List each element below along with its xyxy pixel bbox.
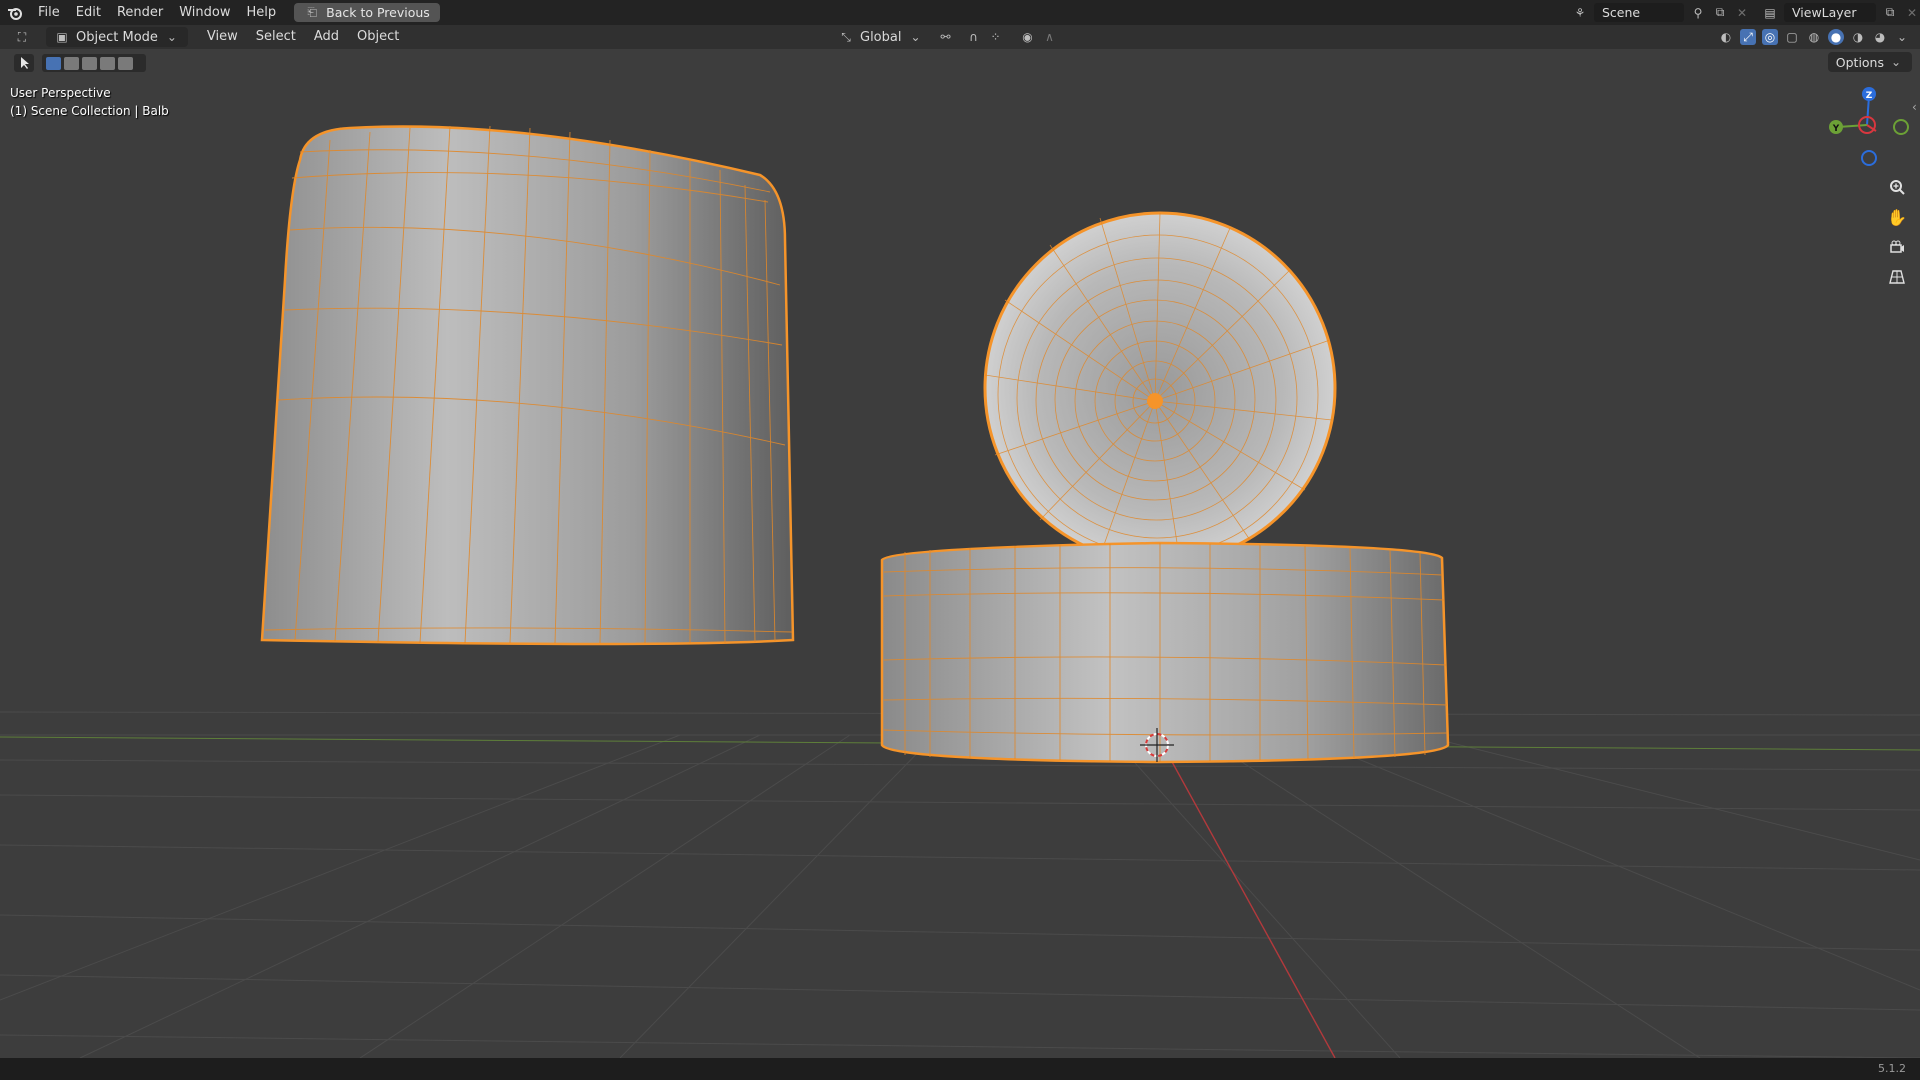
shading-tools: ◐ ⤢ ◎ ▢ ◍ ● ◑ ◕ ⌄ — [1718, 25, 1910, 49]
menu-select[interactable]: Select — [247, 25, 305, 49]
menu-window[interactable]: Window — [171, 0, 238, 25]
camera-view-icon[interactable] — [1883, 233, 1911, 261]
visibility-icon[interactable]: ◐ — [1718, 29, 1734, 45]
viewport-header: ⛶ ▣ Object Mode ⌄ View Select Add Object… — [0, 25, 1920, 49]
blender-logo-icon[interactable] — [0, 0, 30, 25]
scene-controls: ⚘ Scene ⚲ ⧉ ✕ ▤ ViewLayer ⧉ ✕ — [1572, 0, 1920, 25]
svg-text:Y: Y — [1832, 124, 1840, 134]
perspective-label: User Perspective — [10, 86, 111, 100]
xray-icon[interactable]: ▢ — [1784, 29, 1800, 45]
back-to-previous-button[interactable]: ⎗ Back to Previous — [294, 3, 440, 22]
menu-edit[interactable]: Edit — [68, 0, 109, 25]
rendered-shading-icon[interactable]: ◕ — [1872, 29, 1888, 45]
orientation-icon: ⤡ — [841, 29, 851, 44]
chevron-down-icon: ⌄ — [166, 30, 177, 44]
wireframe-shading-icon[interactable]: ◍ — [1806, 29, 1822, 45]
solid-shading-icon[interactable]: ● — [1828, 29, 1844, 45]
view-layer-field[interactable]: ViewLayer — [1784, 3, 1876, 22]
menu-view[interactable]: View — [198, 25, 247, 49]
navigation-gizmo[interactable]: Z Y — [1829, 87, 1909, 166]
close-scene-icon[interactable]: ✕ — [1734, 5, 1750, 21]
sidebar-toggle-icon[interactable]: ‹ — [1912, 100, 1917, 114]
left-cylinder-object[interactable] — [260, 125, 795, 646]
back-to-previous-label: Back to Previous — [326, 5, 430, 20]
snap-target-icon[interactable]: ⁘ — [987, 29, 1003, 45]
menu-add[interactable]: Add — [305, 25, 348, 49]
menu-object[interactable]: Object — [348, 25, 408, 49]
x-axis-line — [1159, 739, 1336, 1058]
view-layer-name: ViewLayer — [1792, 5, 1857, 20]
new-view-layer-icon[interactable]: ⧉ — [1882, 5, 1898, 21]
top-menu-bar: File Edit Render Window Help ⎗ Back to P… — [0, 0, 1920, 25]
svg-text:Z: Z — [1866, 91, 1873, 101]
3d-viewport[interactable]: Z Y — [0, 49, 1920, 1058]
transform-tools: ⤡ Global ⌄ ⚯ ∩ ⁘ ◉ ∧ — [838, 25, 1057, 49]
menu-file[interactable]: File — [30, 0, 68, 25]
pin-icon[interactable]: ⚲ — [1690, 5, 1706, 21]
perspective-toggle-icon[interactable] — [1883, 263, 1911, 291]
menu-render[interactable]: Render — [109, 0, 171, 25]
new-scene-icon[interactable]: ⧉ — [1712, 5, 1728, 21]
pivot-icon[interactable]: ⚯ — [937, 29, 953, 45]
editor-type-icon[interactable]: ⛶ — [14, 29, 30, 45]
view-layer-icon[interactable]: ▤ — [1762, 5, 1778, 21]
menu-help[interactable]: Help — [239, 0, 285, 25]
scene-name: Scene — [1602, 5, 1641, 20]
chevron-down-icon[interactable]: ⌄ — [1894, 29, 1910, 45]
pan-hand-icon[interactable]: ✋ — [1883, 203, 1911, 231]
scene-icon[interactable]: ⚘ — [1572, 5, 1588, 21]
snap-icon[interactable]: ∩ — [965, 29, 981, 45]
material-shading-icon[interactable]: ◑ — [1850, 29, 1866, 45]
collection-label: (1) Scene Collection | Balb — [10, 104, 169, 118]
gizmo-icon[interactable]: ⤢ — [1740, 29, 1756, 45]
proportional-edit-icon[interactable]: ◉ — [1019, 29, 1035, 45]
back-icon: ⎗ — [307, 5, 317, 19]
close-view-layer-icon[interactable]: ✕ — [1904, 5, 1920, 21]
object-mode-label: Object Mode — [76, 29, 158, 45]
base-cylinder-object[interactable] — [880, 541, 1450, 764]
header-menus: View Select Add Object — [198, 25, 408, 49]
orientation-dropdown[interactable]: Global — [860, 30, 901, 45]
chevron-down-icon: ⌄ — [910, 30, 921, 44]
overlays-icon[interactable]: ◎ — [1762, 29, 1778, 45]
zoom-icon[interactable] — [1883, 173, 1911, 201]
floor-grid — [0, 711, 1920, 1058]
scene-field[interactable]: Scene — [1594, 3, 1684, 22]
version-label: 5.1.2 — [1878, 1062, 1906, 1075]
object-mode-icon: ▣ — [56, 30, 68, 44]
status-bar: 5.1.2 — [0, 1058, 1920, 1080]
object-mode-dropdown[interactable]: ▣ Object Mode ⌄ — [46, 27, 188, 47]
sphere-object[interactable] — [983, 211, 1337, 565]
falloff-icon[interactable]: ∧ — [1041, 29, 1057, 45]
